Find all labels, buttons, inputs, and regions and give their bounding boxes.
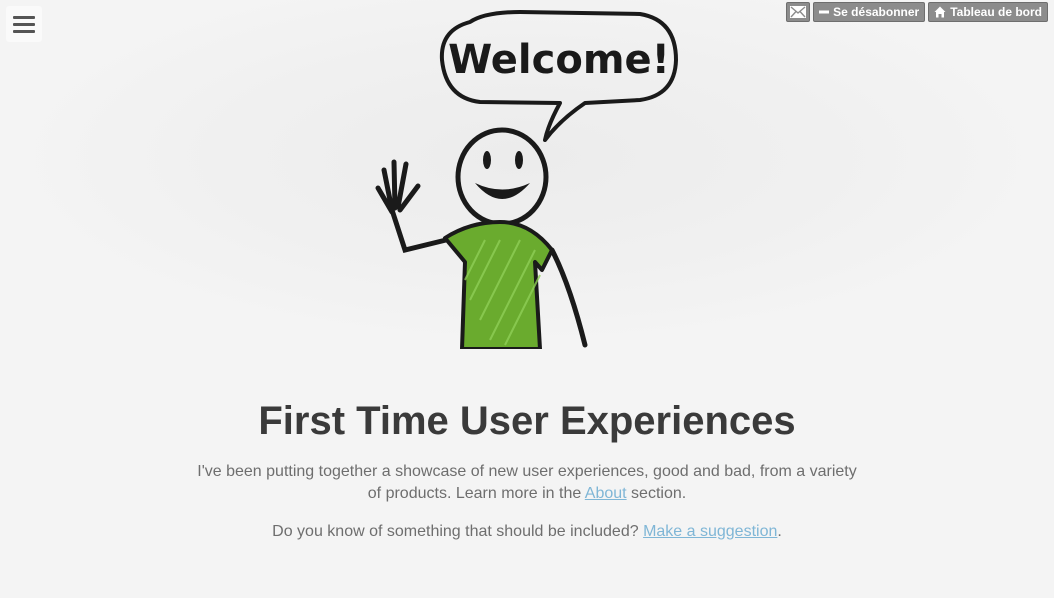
mail-button[interactable]: [786, 2, 811, 22]
main-content: First Time User Experiences I've been pu…: [0, 349, 1054, 543]
dashboard-button[interactable]: Tableau de bord: [928, 2, 1048, 22]
mail-icon: [790, 6, 807, 18]
dashboard-label: Tableau de bord: [950, 5, 1042, 19]
home-icon: [934, 6, 946, 18]
unsubscribe-label: Se désabonner: [833, 5, 920, 19]
intro-paragraph: I've been putting together a showcase of…: [197, 463, 857, 502]
welcome-illustration: Welcome!: [375, 10, 678, 349]
unsubscribe-button[interactable]: Se désabonner: [813, 2, 926, 22]
make-suggestion-link[interactable]: Make a suggestion: [643, 523, 777, 540]
hamburger-icon: [13, 15, 35, 19]
suggestion-paragraph: Do you know of something that should be …: [272, 523, 782, 540]
speech-bubble-text: Welcome!: [448, 37, 670, 83]
about-link[interactable]: About: [585, 485, 627, 502]
page-title: First Time User Experiences: [258, 399, 796, 443]
minus-icon: [819, 10, 830, 14]
hero-banner: Welcome!: [0, 0, 1054, 349]
top-toolbar: Se désabonner Tableau de bord: [786, 2, 1048, 22]
menu-button[interactable]: [6, 6, 42, 42]
